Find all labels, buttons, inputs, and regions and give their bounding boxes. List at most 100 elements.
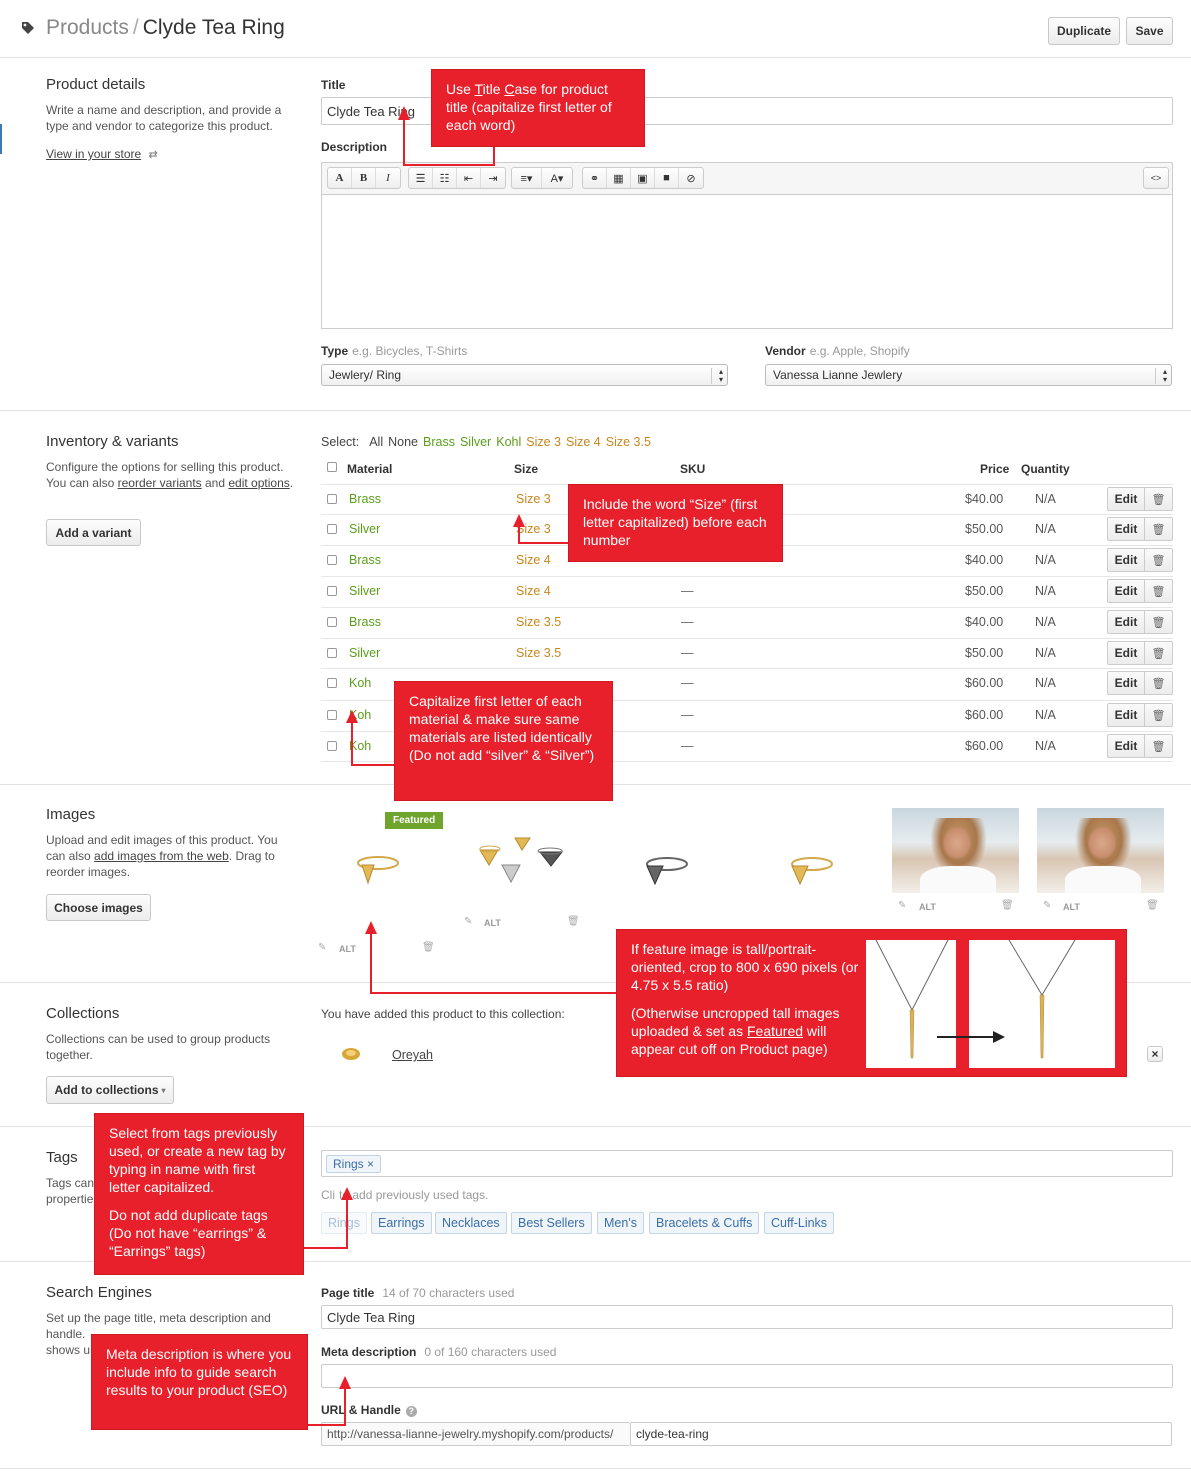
seo-page-title-input[interactable]: Clyde Tea Ring <box>321 1305 1173 1329</box>
previous-tag-chip[interactable]: Men's <box>597 1212 644 1234</box>
product-image-6[interactable] <box>1037 808 1164 893</box>
indent-icon[interactable]: ⇥ <box>481 168 505 188</box>
choose-images-button[interactable]: Choose images <box>46 894 151 921</box>
variant-checkbox[interactable] <box>327 494 337 504</box>
vendor-select[interactable]: Vanessa Lianne Jewlery ▴ ▾ <box>765 364 1172 386</box>
product-image-4[interactable] <box>770 840 845 900</box>
edit-options-link[interactable]: edit options <box>228 476 289 490</box>
trash-icon[interactable]: 🗑 <box>1146 900 1159 911</box>
previous-tag-chip[interactable]: Earrings <box>371 1212 432 1234</box>
trash-icon: 🗑 <box>1151 585 1166 598</box>
select-option-all[interactable]: All <box>369 435 383 449</box>
select-option-size-4[interactable]: Size 4 <box>566 435 601 449</box>
meta-description-input[interactable] <box>321 1364 1173 1388</box>
align-icon[interactable]: ≡▾ <box>512 168 542 188</box>
handle-input[interactable]: clyde-tea-ring <box>630 1422 1172 1446</box>
edit-alt-pencil-icon[interactable]: ✎ <box>318 942 326 953</box>
variant-checkbox[interactable] <box>327 710 337 720</box>
product-image-2[interactable] <box>470 830 570 890</box>
trash-icon[interactable]: 🗑 <box>1001 900 1014 911</box>
edit-alt-pencil-icon[interactable]: ✎ <box>464 916 472 927</box>
link-icon[interactable]: ⚭ <box>583 168 607 188</box>
select-option-silver[interactable]: Silver <box>460 435 491 449</box>
delete-variant-button[interactable]: 🗑 <box>1145 610 1173 634</box>
add-variant-button[interactable]: Add a variant <box>46 519 141 546</box>
edit-variant-button[interactable]: Edit <box>1107 671 1145 695</box>
trash-icon[interactable]: 🗑 <box>422 942 435 953</box>
add-images-from-web-link[interactable]: add images from the web <box>94 849 229 863</box>
select-option-kohl[interactable]: Kohl <box>496 435 521 449</box>
outdent-icon[interactable]: ⇤ <box>457 168 481 188</box>
variant-checkbox[interactable] <box>327 678 337 688</box>
edit-variant-button[interactable]: Edit <box>1107 734 1145 758</box>
duplicate-button[interactable]: Duplicate <box>1048 17 1120 45</box>
alt-label[interactable]: ALT <box>339 944 356 954</box>
variant-checkbox[interactable] <box>327 648 337 658</box>
add-to-collections-button[interactable]: Add to collections ▾ <box>46 1076 174 1104</box>
alt-label[interactable]: ALT <box>1063 902 1080 912</box>
variant-checkbox[interactable] <box>327 741 337 751</box>
reorder-variants-link[interactable]: reorder variants <box>118 476 202 490</box>
previous-tag-chip[interactable]: Best Sellers <box>511 1212 592 1234</box>
save-button[interactable]: Save <box>1126 17 1173 45</box>
previous-tag-chip[interactable]: Necklaces <box>435 1212 507 1234</box>
clear-format-icon[interactable]: ⊘ <box>679 168 703 188</box>
description-editor[interactable] <box>321 194 1173 329</box>
table-icon[interactable]: ▦ <box>607 168 631 188</box>
text-color-icon[interactable]: A▾ <box>542 168 572 188</box>
variant-checkbox[interactable] <box>327 617 337 627</box>
select-all-checkbox[interactable] <box>327 462 337 472</box>
video-icon[interactable]: ■ <box>655 168 679 188</box>
font-icon[interactable]: A <box>328 168 352 188</box>
remove-collection-button[interactable]: × <box>1147 1046 1163 1062</box>
type-select[interactable]: Jewlery/ Ring ▴ ▾ <box>321 364 728 386</box>
tags-input[interactable]: Rings × <box>321 1150 1173 1177</box>
previous-tag-chip[interactable]: Cuff-Links <box>764 1212 835 1234</box>
variant-checkbox[interactable] <box>327 586 337 596</box>
select-option-none[interactable]: None <box>388 435 418 449</box>
delete-variant-button[interactable]: 🗑 <box>1145 734 1173 758</box>
previous-tag-chip[interactable]: Rings <box>321 1212 367 1234</box>
edit-variant-button[interactable]: Edit <box>1107 487 1145 511</box>
product-image-1[interactable] <box>340 835 415 895</box>
collection-link[interactable]: Oreyah <box>392 1048 433 1062</box>
view-in-store-link[interactable]: View in your store ⇄ <box>46 147 158 161</box>
edit-variant-button[interactable]: Edit <box>1107 548 1145 572</box>
trash-icon[interactable]: 🗑 <box>567 916 580 927</box>
edit-variant-button[interactable]: Edit <box>1107 579 1145 603</box>
edit-alt-pencil-icon[interactable]: ✎ <box>898 900 906 911</box>
help-icon[interactable]: ? <box>405 1406 417 1417</box>
html-source-icon[interactable]: <> <box>1144 168 1168 188</box>
italic-icon[interactable]: I <box>376 168 400 188</box>
delete-variant-button[interactable]: 🗑 <box>1145 579 1173 603</box>
select-option-size-3[interactable]: Size 3 <box>526 435 561 449</box>
breadcrumb-products[interactable]: Products <box>46 16 129 39</box>
delete-variant-button[interactable]: 🗑 <box>1145 671 1173 695</box>
edit-variant-button[interactable]: Edit <box>1107 517 1145 541</box>
variant-checkbox[interactable] <box>327 524 337 534</box>
select-option-brass[interactable]: Brass <box>423 435 455 449</box>
delete-variant-button[interactable]: 🗑 <box>1145 703 1173 727</box>
variant-checkbox[interactable] <box>327 555 337 565</box>
vendor-select-value: Vanessa Lianne Jewlery <box>773 368 903 382</box>
image-icon[interactable]: ▣ <box>631 168 655 188</box>
delete-variant-button[interactable]: 🗑 <box>1145 641 1173 665</box>
alt-label[interactable]: ALT <box>919 902 936 912</box>
delete-variant-button[interactable]: 🗑 <box>1145 517 1173 541</box>
edit-alt-pencil-icon[interactable]: ✎ <box>1043 900 1051 911</box>
current-tag-chip[interactable]: Rings × <box>326 1154 382 1173</box>
bold-icon[interactable]: B <box>352 168 376 188</box>
select-option-size-3-5[interactable]: Size 3.5 <box>606 435 651 449</box>
edit-variant-button[interactable]: Edit <box>1107 610 1145 634</box>
previous-tag-chip[interactable]: Bracelets & Cuffs <box>649 1212 760 1234</box>
bullet-list-icon[interactable]: ☰ <box>409 168 433 188</box>
edit-variant-button[interactable]: Edit <box>1107 641 1145 665</box>
numbered-list-icon[interactable]: ☷ <box>433 168 457 188</box>
select-arrows-icon: ▴ ▾ <box>1155 368 1167 384</box>
product-image-3[interactable] <box>625 840 700 900</box>
delete-variant-button[interactable]: 🗑 <box>1145 548 1173 572</box>
edit-variant-button[interactable]: Edit <box>1107 703 1145 727</box>
alt-label[interactable]: ALT <box>484 918 501 928</box>
product-image-5[interactable] <box>892 808 1019 893</box>
delete-variant-button[interactable]: 🗑 <box>1145 487 1173 511</box>
